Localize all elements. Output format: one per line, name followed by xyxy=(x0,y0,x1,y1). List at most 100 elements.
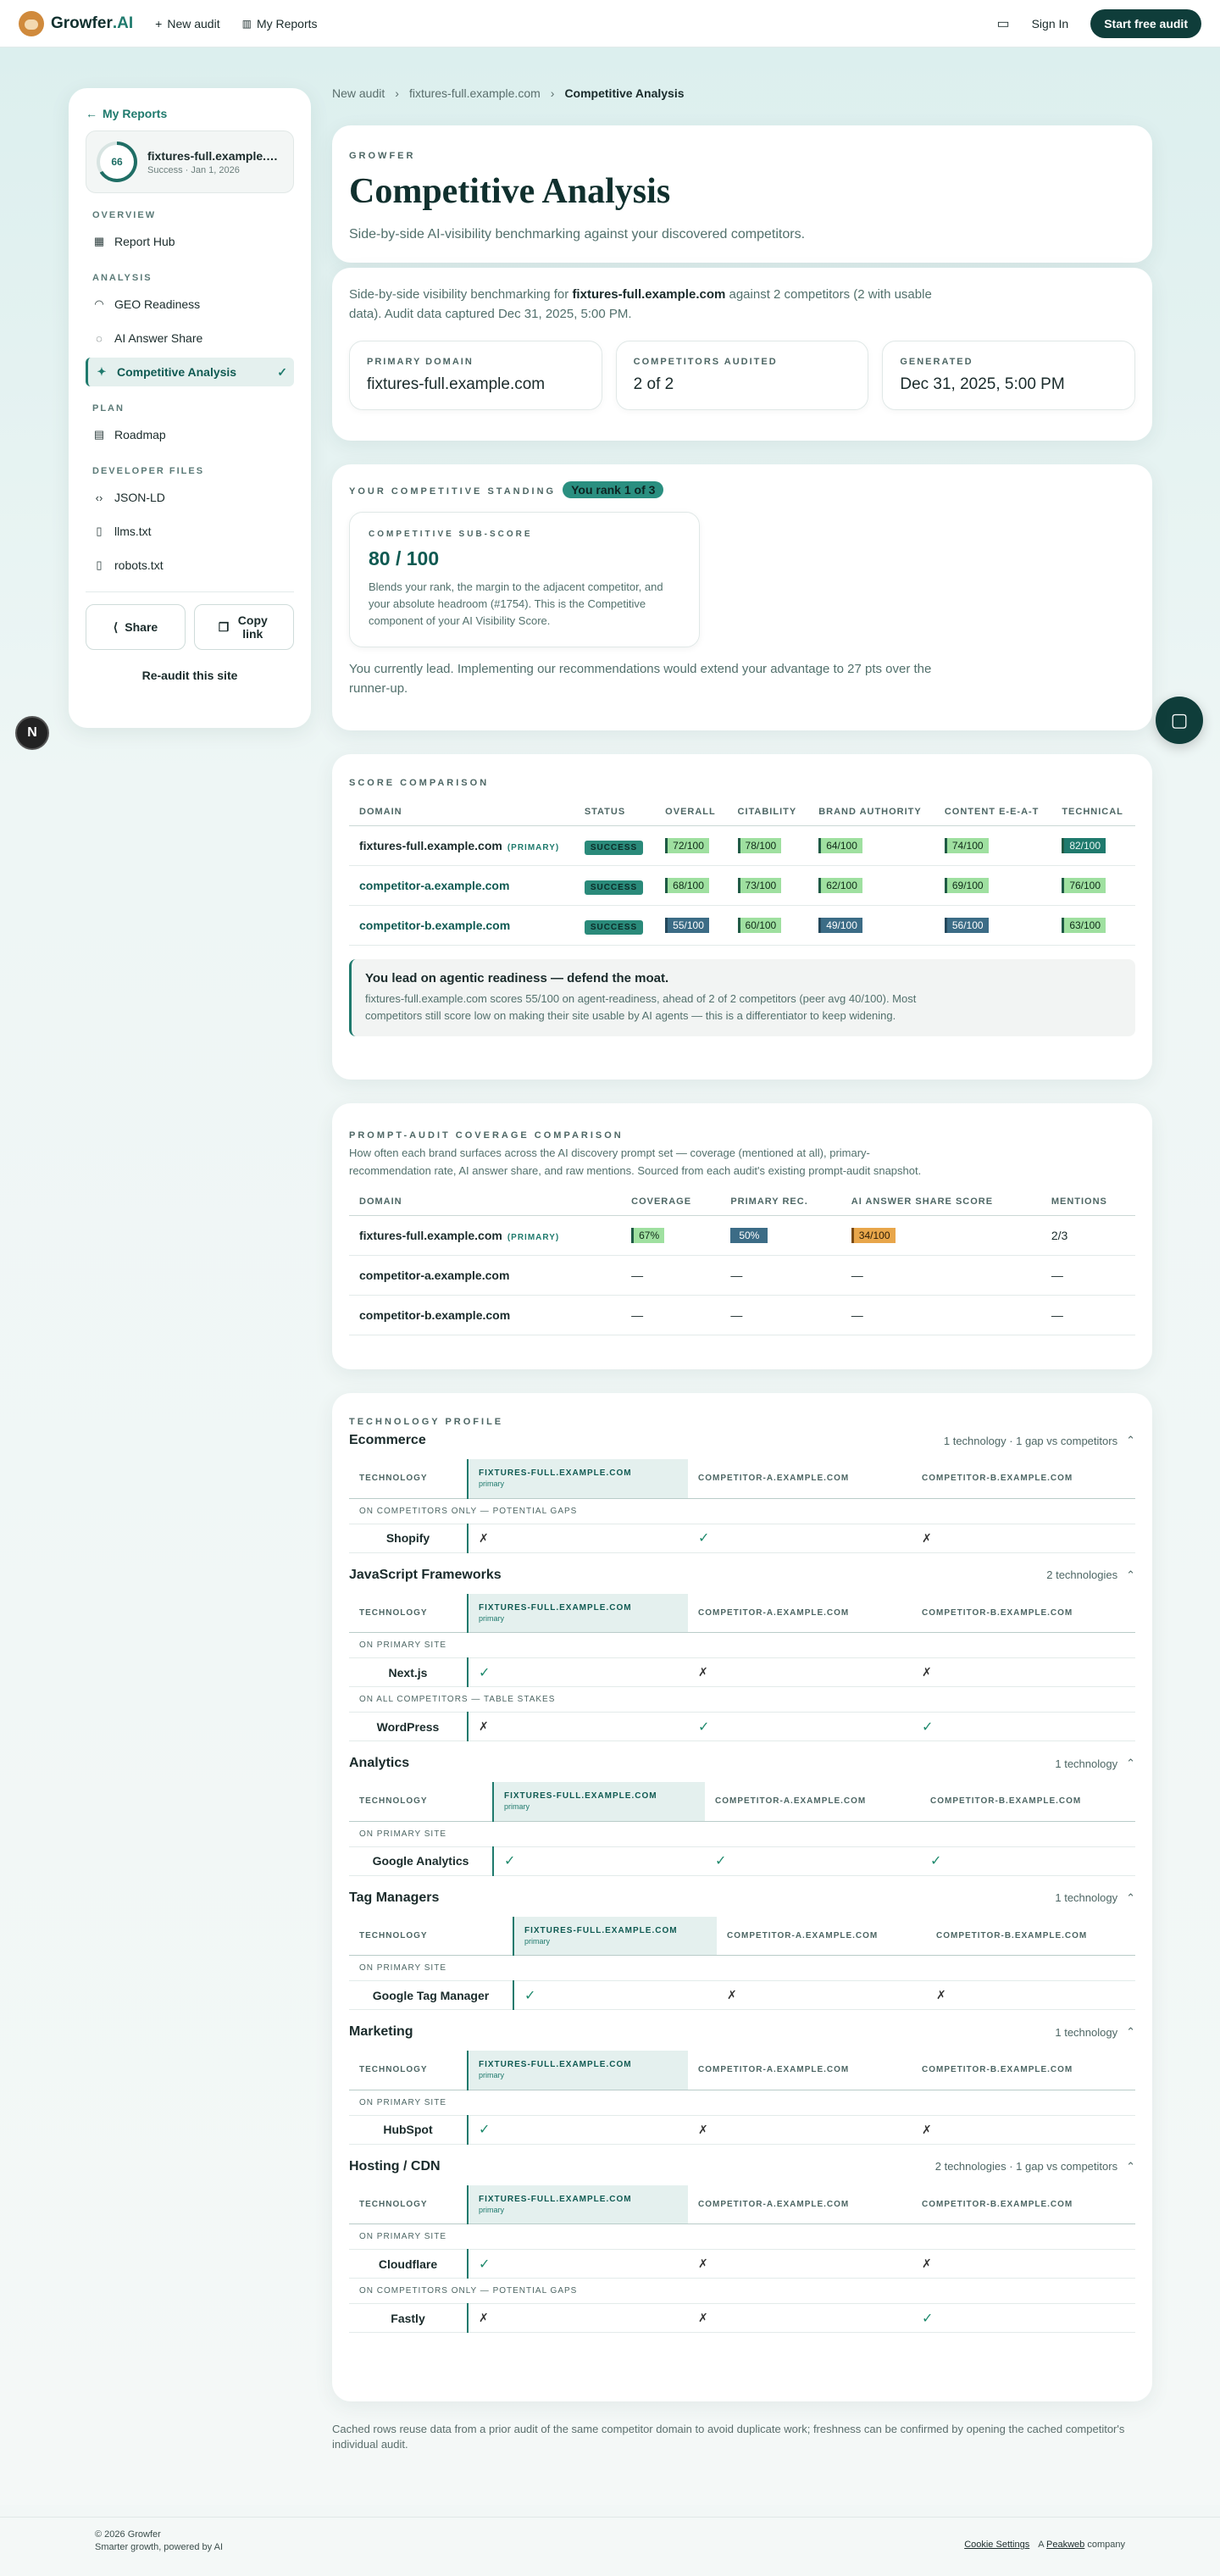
sparkle-icon: ✦ xyxy=(97,365,107,378)
cookie-settings-link[interactable]: Cookie Settings xyxy=(964,2540,1029,2550)
brand-name: Growfer xyxy=(51,14,113,32)
copy-label: Copy link xyxy=(237,613,268,641)
feedback-icon[interactable]: ▭ xyxy=(996,15,1009,32)
standing-label: YOUR COMPETITIVE STANDING You rank 1 of 3 xyxy=(349,481,1135,498)
check-icon: ✓ xyxy=(277,364,287,379)
report-card[interactable]: 66 fixtures-full.example.com Success · Ja… xyxy=(86,130,294,193)
table-row: Next.js ✓ ✗ ✗ xyxy=(349,1657,1135,1687)
report-meta: Success · Jan 1, 2026 xyxy=(147,164,240,175)
prompt-label: PROMPT-AUDIT COVERAGE COMPARISON xyxy=(349,1130,624,1141)
footer: © 2026 Growfer Smarter growth, powered b… xyxy=(0,2517,1220,2576)
tech-group-hosting: Hosting / CDN 2 technologies · 1 gap vs c… xyxy=(349,2157,1135,2333)
sidebar-item-competitive[interactable]: ✦ Competitive Analysis ✓ xyxy=(86,358,294,386)
callout: You lead on agentic readiness — defend t… xyxy=(349,959,1135,1036)
sidebar-item-label: JSON-LD xyxy=(114,491,165,504)
table-row: competitor-b.example.com SUCCESS 55/100 … xyxy=(349,905,1135,946)
tech-group-tag-managers: Tag Managers 1 technology ⌃ TECHNOLOGY FIXT… xyxy=(349,1888,1135,2010)
logo-icon xyxy=(19,10,44,36)
table-row: competitor-a.example.com — — — — xyxy=(349,1255,1135,1296)
sidebar-item-report-hub[interactable]: ▦ Report Hub xyxy=(86,227,294,256)
section-overview: OVERVIEW xyxy=(92,210,157,220)
table-row: Google Tag Manager ✓ ✗ ✗ xyxy=(349,1980,1135,2010)
chevron-up-icon: ⌃ xyxy=(1126,2025,1135,2038)
section-plan: PLAN xyxy=(92,403,125,414)
subscore-card: COMPETITIVE SUB-SCORE 80 / 100 Blends yo… xyxy=(349,512,700,647)
score-comparison-card: SCORE COMPARISON DOMAIN STATUS OVERALL CITA… xyxy=(332,754,1152,1080)
chevron-right-icon: › xyxy=(550,86,555,100)
page-subtitle: Side-by-side AI-visibility benchmarking … xyxy=(349,227,806,242)
copy-icon: ❐ xyxy=(218,619,230,634)
section-devfiles: DEVELOPER FILES xyxy=(92,466,205,476)
tech-label: TECHNOLOGY PROFILE xyxy=(349,1417,504,1427)
crumb-new-audit[interactable]: New audit xyxy=(332,86,385,100)
brand-ai: .AI xyxy=(112,14,134,32)
footer-copyright: © 2026 Growfer xyxy=(95,2529,161,2540)
gauge-icon: ◠ xyxy=(94,297,104,310)
sidebar-item-label: Competitive Analysis xyxy=(117,365,237,379)
sidebar-item-robots[interactable]: ▯ robots.txt xyxy=(86,551,294,580)
chevron-up-icon: ⌃ xyxy=(1126,1434,1135,1446)
n-badge[interactable]: N xyxy=(15,716,49,750)
footnote: Cached rows reuse data from a prior audi… xyxy=(332,2423,1125,2451)
table-row: Google Analytics ✓ ✓ ✓ xyxy=(349,1846,1135,1876)
group-header[interactable]: Tag Managers 1 technology ⌃ xyxy=(349,1888,1135,1908)
file-icon: ▯ xyxy=(96,525,103,537)
sidebar-item-jsonld[interactable]: ‹› JSON-LD xyxy=(86,483,294,512)
new-audit-link[interactable]: + New audit xyxy=(155,17,219,31)
tech-group-marketing: Marketing 1 technology ⌃ TECHNOLOGY FIXTURE… xyxy=(349,2022,1135,2145)
overview-text: Side-by-side visibility benchmarking for… xyxy=(349,287,932,321)
sidebar-item-label: robots.txt xyxy=(114,558,164,572)
share-button[interactable]: ⟨ Share xyxy=(86,604,186,650)
technology-card: TECHNOLOGY PROFILE Ecommerce 1 technology… xyxy=(332,1393,1152,2401)
chat-icon: ◌ xyxy=(96,331,103,345)
sidebar-item-label: AI Answer Share xyxy=(114,331,203,345)
section-analysis: ANALYSIS xyxy=(92,273,152,283)
chevron-up-icon: ⌃ xyxy=(1126,2159,1135,2173)
group-header[interactable]: Analytics 1 technology ⌃ xyxy=(349,1753,1135,1774)
prompt-coverage-card: PROMPT-AUDIT COVERAGE COMPARISON How oft… xyxy=(332,1103,1152,1369)
sidebar-item-label: llms.txt xyxy=(114,525,152,538)
page-title: Competitive Analysis xyxy=(349,172,671,211)
chevron-up-icon: ⌃ xyxy=(1126,1757,1135,1769)
peakweb-link[interactable]: Peakweb xyxy=(1046,2540,1084,2550)
subscore-desc: Blends your rank, the margin to the adja… xyxy=(369,580,663,627)
score-ring: 66 xyxy=(97,142,137,182)
back-to-reports-link[interactable]: ← My Reports xyxy=(86,107,294,120)
sidebar-item-roadmap[interactable]: ▤ Roadmap xyxy=(86,420,294,449)
sidebar-item-ai-share[interactable]: ◌ AI Answer Share xyxy=(86,324,294,353)
top-nav: Growfer .AI + New audit ▥ My Reports ▭ Sign… xyxy=(0,0,1220,47)
tech-group-js: JavaScript Frameworks 2 technologies ⌃ TEC… xyxy=(349,1565,1135,1741)
subscore-value: 80 / 100 xyxy=(369,547,440,569)
copy-link-button[interactable]: ❐ Copy link xyxy=(194,604,294,650)
chevron-up-icon: ⌃ xyxy=(1126,1890,1135,1904)
crumb-domain[interactable]: fixtures-full.example.com xyxy=(409,86,541,100)
chevron-right-icon: › xyxy=(395,86,399,100)
table-row: WordPress ✗ ✓ ✓ xyxy=(349,1712,1135,1741)
chat-button[interactable]: ▢ xyxy=(1156,697,1203,744)
reaudit-link[interactable]: Re-audit this site xyxy=(86,669,294,682)
tech-group-analytics: Analytics 1 technology ⌃ TECHNOLOGY FIXTURE… xyxy=(349,1753,1135,1876)
sign-in-link[interactable]: Sign In xyxy=(1032,17,1069,31)
sidebar-item-geo[interactable]: ◠ GEO Readiness xyxy=(86,290,294,319)
sidebar-item-label: GEO Readiness xyxy=(114,297,201,311)
new-audit-label: New audit xyxy=(167,16,220,31)
code-icon: ‹› xyxy=(95,491,103,504)
brand[interactable]: Growfer .AI xyxy=(19,10,134,36)
sidebar-item-label: Roadmap xyxy=(114,428,166,441)
prompt-desc: How often each brand surfaces across the… xyxy=(349,1146,922,1177)
crumb-current: Competitive Analysis xyxy=(564,86,685,100)
group-header[interactable]: Ecommerce 1 technology · 1 gap vs competi… xyxy=(349,1430,1135,1451)
score-comparison-label: SCORE COMPARISON xyxy=(349,778,490,788)
table-row: fixtures-full.example.com (PRIMARY) SUCCE… xyxy=(349,825,1135,866)
stat-primary-domain: PRIMARY DOMAIN fixtures-full.example.com xyxy=(349,341,602,410)
group-header[interactable]: Hosting / CDN 2 technologies · 1 gap vs c… xyxy=(349,2157,1135,2177)
sidebar-item-llms[interactable]: ▯ llms.txt xyxy=(86,517,294,546)
start-free-audit-button[interactable]: Start free audit xyxy=(1090,8,1201,38)
back-label: My Reports xyxy=(103,107,168,120)
my-reports-link[interactable]: ▥ My Reports xyxy=(242,17,318,31)
stat-generated: GENERATED Dec 31, 2025, 5:00 PM xyxy=(882,341,1136,410)
standing-card: YOUR COMPETITIVE STANDING You rank 1 of 3… xyxy=(332,464,1152,730)
group-header[interactable]: Marketing 1 technology ⌃ xyxy=(349,2022,1135,2042)
group-header[interactable]: JavaScript Frameworks 2 technologies ⌃ xyxy=(349,1565,1135,1585)
report-name: fixtures-full.example.com xyxy=(147,148,283,163)
